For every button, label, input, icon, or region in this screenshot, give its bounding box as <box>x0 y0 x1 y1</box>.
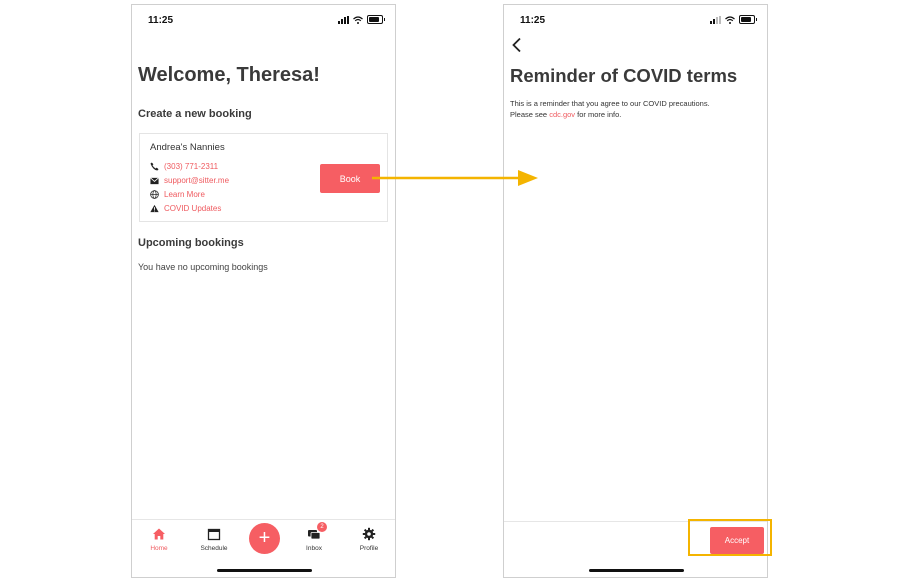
accept-highlight-box <box>688 519 772 556</box>
flow-arrow <box>372 170 538 186</box>
